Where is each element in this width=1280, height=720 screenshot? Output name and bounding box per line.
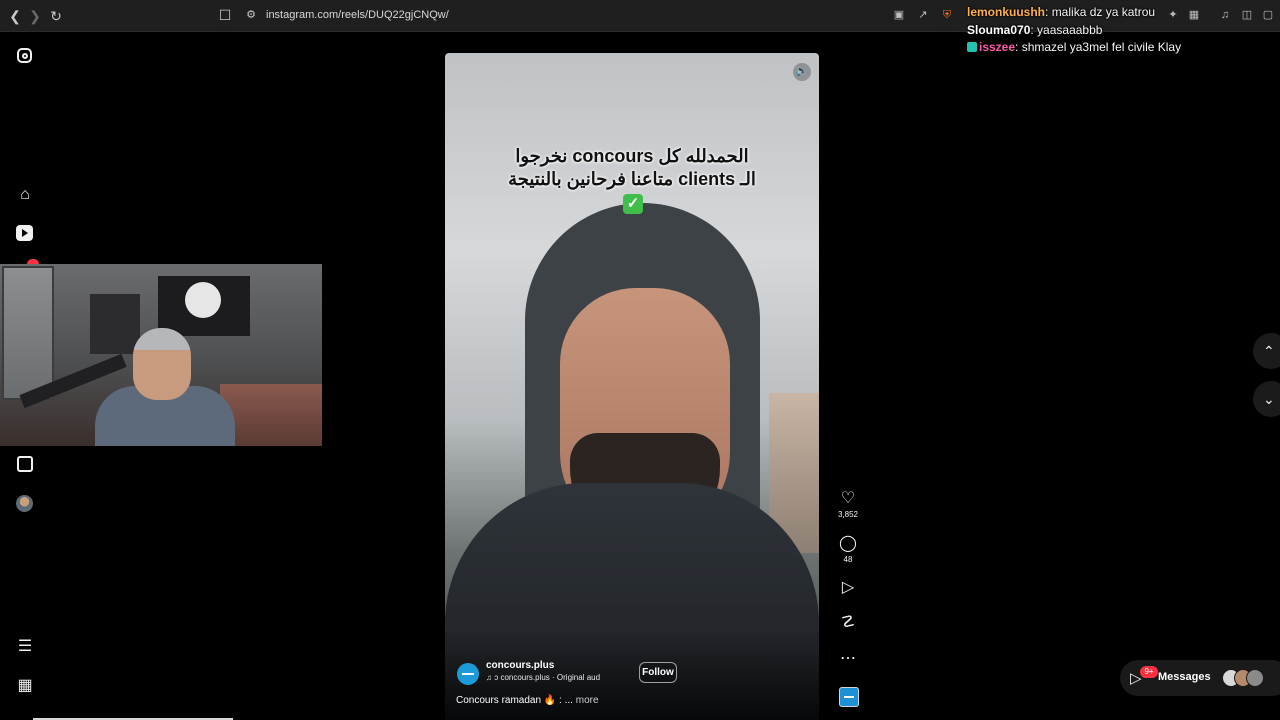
- account-name[interactable]: concours.plus: [486, 660, 554, 671]
- reload-icon[interactable]: ↻: [47, 7, 65, 25]
- site-info-icon[interactable]: ⚙: [242, 6, 260, 24]
- message-avatars: [1222, 669, 1280, 687]
- messages-label: Messages: [1158, 671, 1211, 683]
- account-avatar[interactable]: [457, 663, 479, 685]
- description-text: Concours ramadan 🔥 : ...: [456, 695, 573, 706]
- checkmark-icon: ✓: [623, 194, 643, 214]
- stream-chat-overlay: lemonkuushh: malika dz ya katrou Slouma0…: [967, 4, 1267, 57]
- share-action[interactable]: ▷: [836, 578, 860, 598]
- comment-count: 48: [843, 555, 853, 564]
- webcam-poster: [90, 294, 140, 354]
- chat-username: Slouma070: [967, 22, 1031, 37]
- audio-thumbnail[interactable]: [839, 687, 859, 707]
- follow-button[interactable]: Follow: [639, 662, 677, 683]
- share-icon[interactable]: ↗: [916, 8, 930, 22]
- messages-button[interactable]: ▷ 9+ Messages: [1120, 660, 1280, 696]
- previous-reel-button[interactable]: ⌃: [1253, 333, 1280, 369]
- messages-badge: 9+: [1140, 666, 1158, 678]
- instagram-logo-icon[interactable]: [17, 48, 32, 63]
- more-link[interactable]: more: [576, 695, 599, 706]
- heart-icon[interactable]: ♡: [836, 489, 860, 509]
- forward-icon[interactable]: ❯: [26, 7, 44, 25]
- like-count: 3,852: [837, 510, 859, 519]
- dashboard-icon[interactable]: [17, 456, 33, 472]
- chat-username: isszee: [979, 40, 1016, 54]
- skull-flag-image: [185, 282, 221, 318]
- brave-shield-icon[interactable]: ⛨: [940, 8, 954, 22]
- bookmark-icon[interactable]: ☡: [836, 613, 860, 633]
- contact-avatar: [1246, 669, 1264, 687]
- comment-action[interactable]: ◯ 48: [836, 534, 860, 564]
- chat-message: lemonkuushh: malika dz ya katrou: [967, 5, 1156, 19]
- profile-avatar[interactable]: [16, 495, 33, 512]
- webcam-bed: [220, 384, 322, 446]
- chat-message: Slouma070: yaasaaabbb: [967, 22, 1103, 37]
- chat-text: yaasaaabbb: [1037, 22, 1103, 37]
- url-text: instagram.com/reels/DUQ22gjCNQw/: [266, 9, 449, 21]
- audio-label[interactable]: ♫ ↄ concours.plus · Original aud: [486, 673, 600, 682]
- reel-caption-line-2: الـ clients متاعنا فرحانين بالنتيجة: [508, 169, 756, 189]
- chat-text: shmazel ya3mel fel civile Klay: [1021, 40, 1182, 54]
- send-icon[interactable]: ▷: [836, 578, 860, 598]
- menu-icon[interactable]: ☰: [16, 638, 34, 656]
- webcam-overlay: [0, 264, 322, 446]
- chat-text: malika dz ya katrou: [1051, 5, 1156, 19]
- more-icon[interactable]: ⋯: [836, 649, 860, 669]
- also-from-meta-icon[interactable]: ▦: [16, 677, 34, 695]
- volume-icon[interactable]: 🔈: [793, 63, 811, 81]
- reel-caption-line-1: الحمدلله كل concours نخرجوا: [515, 146, 749, 166]
- cast-icon[interactable]: ▣: [892, 8, 906, 22]
- next-reel-button[interactable]: ⌄: [1253, 381, 1280, 417]
- reels-icon[interactable]: [16, 225, 33, 241]
- more-options[interactable]: ⋯: [836, 649, 860, 669]
- chat-username: lemonkuushh: [967, 5, 1046, 19]
- chat-message: isszee: shmazel ya3mel fel civile Klay: [967, 39, 1267, 57]
- chat-badge-icon: [967, 42, 977, 52]
- save-action[interactable]: ☡: [836, 613, 860, 633]
- address-bar[interactable]: ☐ ⚙ instagram.com/reels/DUQ22gjCNQw/: [214, 3, 954, 28]
- back-icon[interactable]: ❮: [6, 7, 24, 25]
- bookmark-icon[interactable]: ☐: [216, 6, 234, 24]
- reel-description: Concours ramadan 🔥 : ... more: [456, 695, 599, 706]
- reel-video[interactable]: الحمدلله كل concours نخرجوا الـ clients …: [445, 53, 819, 720]
- comment-icon[interactable]: ◯: [836, 534, 860, 554]
- home-icon[interactable]: ⌂: [16, 186, 34, 204]
- webcam-window: [2, 266, 54, 400]
- streamer-head: [133, 328, 191, 400]
- like-action[interactable]: ♡ 3,852: [836, 489, 860, 519]
